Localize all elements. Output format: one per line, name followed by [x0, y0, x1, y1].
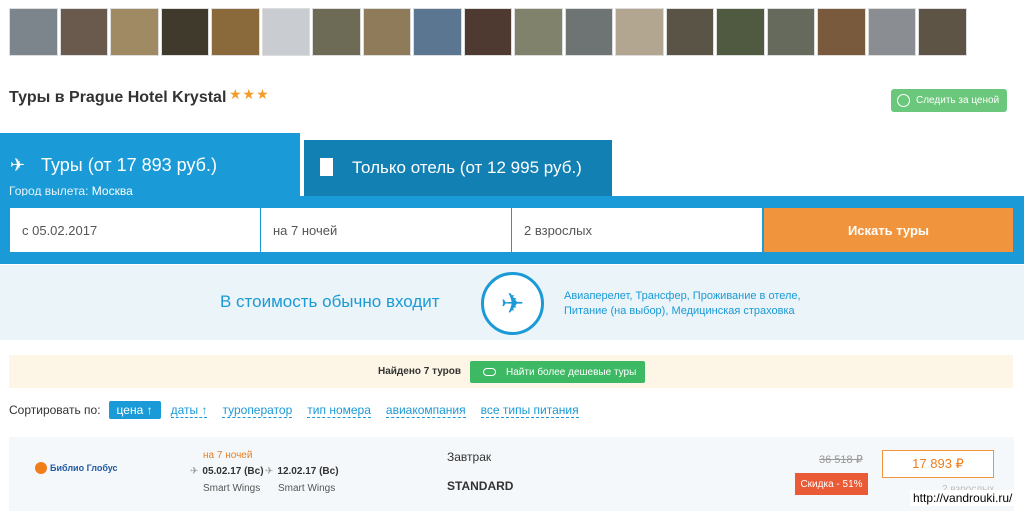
includes-line-1: Авиаперелет, Трансфер, Проживание в отел… [564, 290, 801, 302]
watermark: http://vandrouki.ru/ [910, 490, 1016, 506]
plane-icon: ✈ [190, 466, 199, 477]
tag-icon [483, 368, 496, 376]
meal-type: Завтрак [447, 450, 492, 464]
tab-tours[interactable]: ✈ Туры (от 17 893 руб.) Город вылета: Мо… [0, 133, 300, 203]
gallery-thumbnail[interactable] [867, 8, 916, 56]
gallery-thumbnail[interactable] [665, 8, 714, 56]
plane-icon: ✈ [10, 155, 26, 175]
gallery-thumbnail[interactable] [766, 8, 815, 56]
hotel-stars: ★★★ [229, 86, 270, 102]
tab-hotel-only-label: Только отель (от 12 995 руб.) [352, 158, 582, 177]
old-price: 36 518 ₽ [819, 454, 863, 466]
operator-name: Библио Глобус [50, 463, 118, 473]
results-bar: Найдено 7 туров Найти более дешевые туры [9, 355, 1013, 388]
sort-dates[interactable]: даты ↑ [170, 403, 208, 418]
includes-heading: В стоимость обычно входит [220, 292, 440, 311]
gallery-thumbnail[interactable] [716, 8, 765, 56]
includes-line-2: Питание (на выбор), Медицинская страховк… [564, 305, 795, 317]
hotel-title: Туры в Prague Hotel Krystal [9, 89, 227, 106]
find-cheaper-label: Найти более дешевые туры [506, 366, 637, 378]
sort-meal-types[interactable]: все типы питания [480, 403, 579, 418]
hotel-tours-page: Туры в Prague Hotel Krystal ★★★ Следить … [0, 0, 1024, 511]
plane-circle-icon: ✈ [481, 272, 544, 335]
guests-field[interactable]: 2 взрослых [512, 208, 762, 252]
includes-banner: В стоимость обычно входит ✈ Авиаперелет,… [0, 265, 1024, 340]
return-airline: Smart Wings [278, 483, 336, 494]
track-price-label: Следить за ценой [916, 95, 1000, 106]
globe-icon [35, 462, 47, 474]
find-cheaper-button[interactable]: Найти более дешевые туры [470, 361, 645, 383]
includes-description: Авиаперелет, Трансфер, Проживание в отел… [564, 289, 801, 319]
photo-gallery [9, 8, 967, 56]
plane-icon: ✈ [265, 466, 274, 477]
discount-badge: Скидка - 51% [795, 473, 868, 495]
tour-nights: на 7 ночей [203, 450, 253, 461]
operator-logo: Библио Глобус [35, 462, 118, 474]
gallery-thumbnail[interactable] [564, 8, 613, 56]
depart-airline: Smart Wings [203, 483, 261, 494]
clock-icon [897, 94, 910, 107]
nights-field[interactable]: на 7 ночей [261, 208, 511, 252]
return-date: 12.02.17 (Вс) [277, 466, 339, 477]
gallery-thumbnail[interactable] [362, 8, 411, 56]
tab-tours-label: Туры (от 17 893 руб.) [41, 155, 217, 175]
gallery-thumbnail[interactable] [615, 8, 664, 56]
gallery-thumbnail[interactable] [9, 8, 58, 56]
sort-price[interactable]: цена ↑ [108, 401, 161, 419]
gallery-thumbnail[interactable] [312, 8, 361, 56]
track-price-button[interactable]: Следить за ценой [891, 89, 1007, 112]
gallery-thumbnail[interactable] [110, 8, 159, 56]
date-field[interactable]: с 05.02.2017 [10, 208, 260, 252]
gallery-thumbnail[interactable] [261, 8, 310, 56]
sort-operator[interactable]: туроператор [222, 403, 293, 418]
tour-row: Библио Глобус на 7 ночей ✈ 05.02.17 (Вс) … [9, 437, 1014, 511]
sort-airline[interactable]: авиакомпания [385, 403, 466, 418]
building-icon [320, 158, 333, 176]
depart-date: 05.02.17 (Вс) [202, 466, 264, 477]
sort-bar: Сортировать по: цена ↑ даты ↑ туроперато… [9, 401, 594, 419]
price-button[interactable]: 17 893 ₽ [882, 450, 994, 478]
gallery-thumbnail[interactable] [211, 8, 260, 56]
sort-label: Сортировать по: [9, 403, 101, 417]
depart-leg: ✈ 05.02.17 (Вс) [190, 466, 264, 477]
gallery-thumbnail[interactable] [59, 8, 108, 56]
room-type: STANDARD [447, 479, 514, 493]
found-count: Найдено 7 туров [378, 366, 462, 377]
gallery-thumbnail[interactable] [160, 8, 209, 56]
gallery-thumbnail[interactable] [514, 8, 563, 56]
return-leg: ✈ 12.02.17 (Вс) [265, 466, 339, 477]
tab-hotel-only[interactable]: Только отель (от 12 995 руб.) [304, 140, 612, 196]
gallery-thumbnail[interactable] [413, 8, 462, 56]
gallery-thumbnail[interactable] [463, 8, 512, 56]
sort-room-type[interactable]: тип номера [307, 403, 371, 418]
search-form: с 05.02.2017 на 7 ночей 2 взрослых Искат… [0, 196, 1024, 264]
gallery-thumbnail[interactable] [918, 8, 967, 56]
gallery-thumbnail[interactable] [817, 8, 866, 56]
search-tours-button[interactable]: Искать туры [764, 208, 1013, 252]
